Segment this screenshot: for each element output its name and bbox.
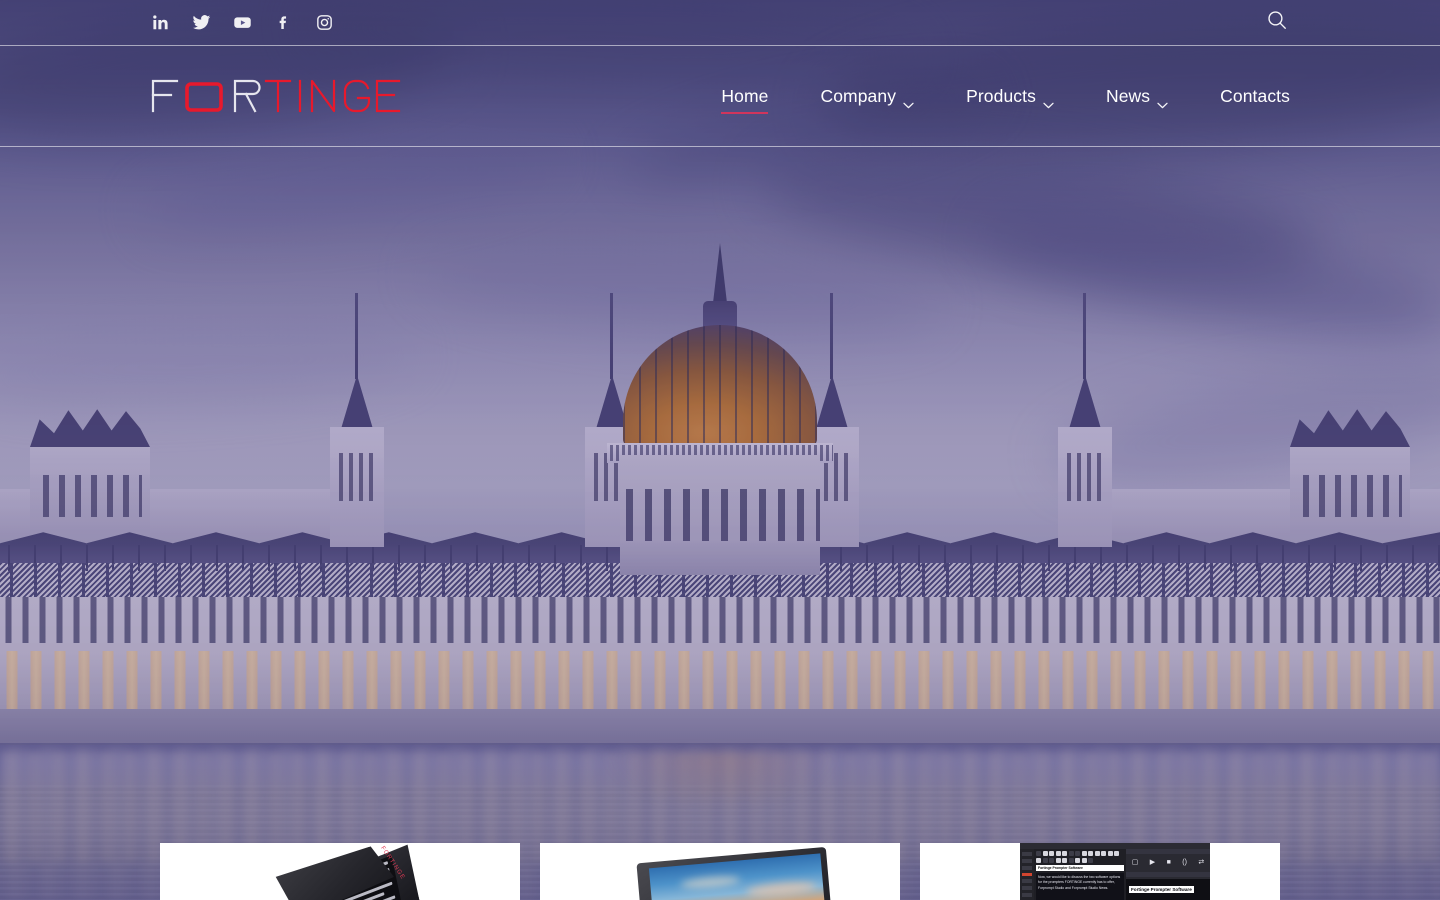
product-cards-strip: FORTINGE Fortinge Prompter Software Now,… [0,843,1440,900]
social-link-youtube[interactable] [232,13,252,33]
social-links [150,13,334,33]
product-card-monitor[interactable] [540,843,900,900]
product-card-teleprompter[interactable]: FORTINGE [160,843,520,900]
nav-label: Home [721,85,769,106]
social-link-instagram[interactable] [314,13,334,33]
brackets-icon: () [1182,858,1187,866]
chevron-down-icon [1043,93,1054,108]
social-link-twitter[interactable] [191,13,211,33]
facebook-icon [275,14,292,31]
nav-label: Contacts [1220,85,1290,106]
nav-item-contacts[interactable]: Contacts [1194,80,1290,113]
monitor-screen [648,853,827,900]
software-preview-pane: ▢ ▶ ■ () ⇄ Fortinge Prompter Software [1126,849,1210,900]
clapper-icon: ▢ [1131,859,1139,866]
nav-label: Products [966,85,1036,106]
play-icon: ▶ [1149,859,1156,866]
software-editor-pane: Fortinge Prompter Software Now, we would… [1034,849,1126,900]
software-output-text: Fortinge Prompter Software [1129,886,1194,893]
product-card-software[interactable]: Fortinge Prompter Software Now, we would… [920,843,1280,900]
header-divider-bottom [0,146,1440,147]
software-playback-controls: ▢ ▶ ■ () ⇄ [1126,854,1210,870]
page-root: Home Company Products News Contacts FORT… [0,0,1440,900]
active-nav-underline [721,111,769,114]
software-sidebar [1020,849,1034,900]
teleprompter-image: FORTINGE [271,843,434,900]
main-header: Home Company Products News Contacts [0,46,1440,146]
software-titlebar [1020,843,1210,849]
chevron-down-icon [903,93,914,108]
linkedin-icon [152,14,169,31]
site-logo[interactable] [150,76,402,116]
stop-icon: ■ [1166,858,1171,866]
software-toolbar [1036,851,1124,863]
social-link-facebook[interactable] [273,13,293,33]
search-icon [1266,9,1288,36]
monitor-frame [636,846,834,900]
nav-label: News [1105,85,1151,106]
software-output-preview: Fortinge Prompter Software [1126,879,1210,900]
primary-navigation: Home Company Products News Contacts [695,80,1290,114]
software-script-text: Now, we would like to discuss the two so… [1036,872,1124,900]
twitter-icon [192,13,211,32]
search-button[interactable] [1264,10,1290,36]
nav-item-products[interactable]: Products [940,80,1080,113]
broadcast-monitor-image [636,846,834,900]
social-link-linkedin[interactable] [150,13,170,33]
top-utility-bar [0,0,1440,45]
youtube-icon [233,13,252,32]
nav-item-home[interactable]: Home [695,80,794,114]
nav-item-company[interactable]: Company [794,80,940,113]
software-document-title: Fortinge Prompter Software [1036,864,1124,871]
nav-item-news[interactable]: News [1080,80,1194,113]
mirror-icon: ⇄ [1198,859,1205,866]
prompter-software-screenshot: Fortinge Prompter Software Now, we would… [1020,843,1210,900]
instagram-icon [316,14,333,31]
chevron-down-icon [1157,93,1168,108]
nav-label: Company [820,85,897,106]
